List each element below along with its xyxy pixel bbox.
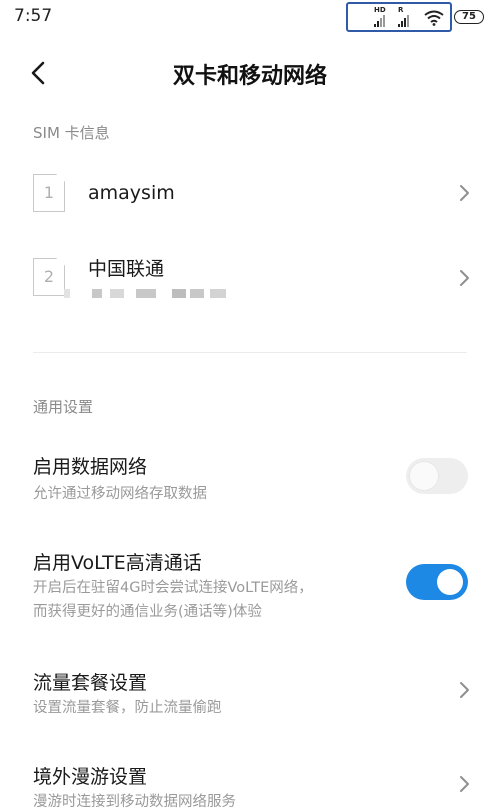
setting-subtitle-line1: 开启后在驻留4G时会尝试连接VoLTE网络， bbox=[33, 580, 313, 596]
section-divider bbox=[33, 352, 467, 353]
sim-1-carrier: amaysim bbox=[88, 182, 175, 204]
general-section-heading: 通用设置 bbox=[33, 398, 94, 416]
chevron-right-icon bbox=[460, 682, 469, 698]
signal-bars-icon bbox=[398, 15, 409, 27]
setting-title: 启用数据网络 bbox=[33, 456, 148, 478]
sim2-signal: R bbox=[398, 6, 409, 27]
chevron-right-icon bbox=[460, 270, 469, 286]
chevron-right-icon bbox=[460, 185, 469, 201]
setting-title: 境外漫游设置 bbox=[33, 766, 148, 788]
sim-item-1[interactable]: 1 amaysim bbox=[0, 160, 500, 228]
sim-2-carrier: 中国联通 bbox=[88, 258, 165, 280]
chevron-right-icon bbox=[460, 776, 469, 792]
sim-item-2[interactable]: 2 中国联通 bbox=[0, 240, 500, 320]
sim-card-icon: 1 bbox=[33, 174, 65, 212]
setting-subtitle-line2: 而获得更好的通信业务(通话等)体验 bbox=[33, 604, 262, 620]
sim1-hd-label: HD bbox=[374, 6, 386, 14]
sim-card-icon: 2 bbox=[33, 258, 65, 296]
setting-subtitle: 允许通过移动网络存取数据 bbox=[33, 486, 207, 502]
volte-toggle[interactable] bbox=[406, 564, 468, 600]
data-plan-setting[interactable]: 流量套餐设置 设置流量套餐，防止流量偷跑 bbox=[0, 660, 500, 726]
setting-subtitle: 漫游时连接到移动数据网络服务 bbox=[33, 794, 236, 810]
sim1-signal: HD bbox=[374, 6, 386, 27]
wifi-icon bbox=[424, 10, 444, 26]
page-title: 双卡和移动网络 bbox=[172, 64, 327, 89]
setting-subtitle: 设置流量套餐，防止流量偷跑 bbox=[33, 700, 222, 716]
sim-section-heading: SIM 卡信息 bbox=[33, 124, 110, 142]
mobile-data-toggle[interactable] bbox=[406, 458, 468, 494]
signal-bars-icon bbox=[374, 15, 386, 27]
sim2-roaming-label: R bbox=[398, 6, 404, 14]
roaming-setting[interactable]: 境外漫游设置 漫游时连接到移动数据网络服务 bbox=[0, 754, 500, 810]
setting-title: 流量套餐设置 bbox=[33, 672, 148, 694]
status-time: 7:57 bbox=[14, 6, 53, 26]
signal-status-group: HD R bbox=[346, 2, 452, 32]
setting-title: 启用VoLTE高清通话 bbox=[33, 552, 202, 574]
battery-indicator: 75 bbox=[454, 10, 484, 24]
